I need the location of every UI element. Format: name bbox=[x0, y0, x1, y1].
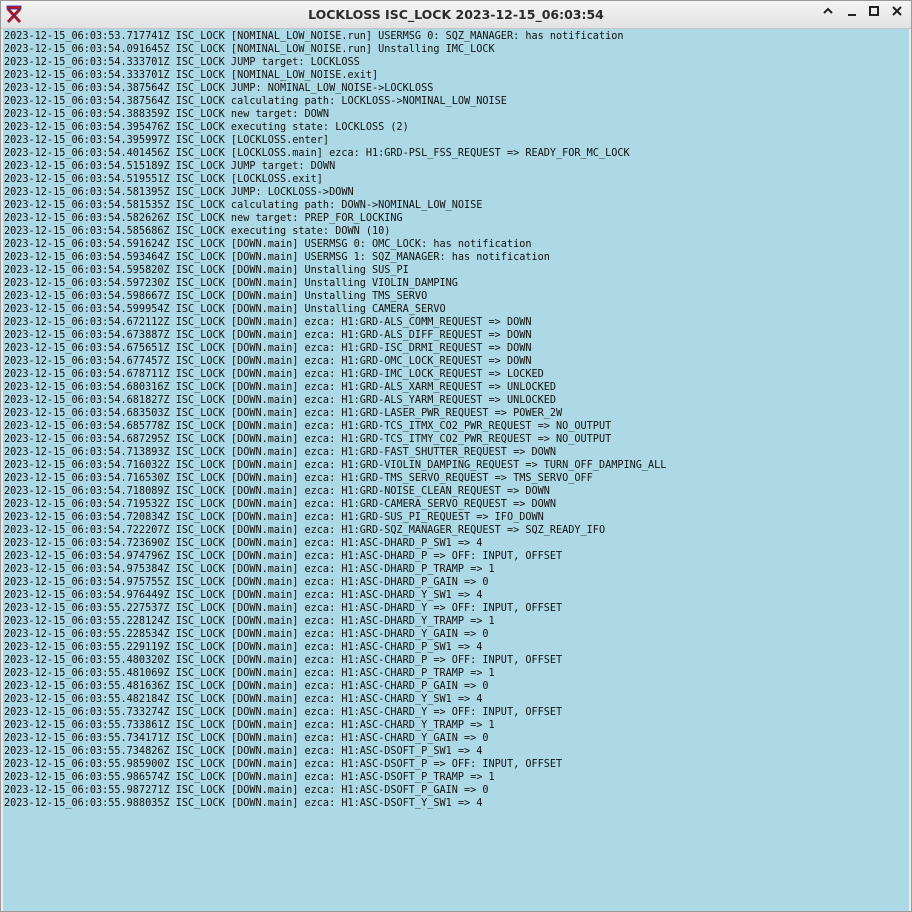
log-line: 2023-12-15_06:03:55.986574Z ISC_LOCK [DO… bbox=[4, 772, 495, 783]
log-line: 2023-12-15_06:03:55.733274Z ISC_LOCK [DO… bbox=[4, 707, 563, 718]
log-line: 2023-12-15_06:03:54.719532Z ISC_LOCK [DO… bbox=[4, 499, 557, 510]
log-line: 2023-12-15_06:03:54.685778Z ISC_LOCK [DO… bbox=[4, 421, 612, 432]
log-line: 2023-12-15_06:03:54.716032Z ISC_LOCK [DO… bbox=[4, 460, 667, 471]
chevron-up-icon[interactable] bbox=[819, 5, 837, 23]
log-line: 2023-12-15_06:03:55.228124Z ISC_LOCK [DO… bbox=[4, 616, 495, 627]
log-line: 2023-12-15_06:03:54.675651Z ISC_LOCK [DO… bbox=[4, 343, 532, 354]
window-title: LOCKLOSS ISC_LOCK 2023-12-15_06:03:54 bbox=[308, 7, 604, 22]
log-line: 2023-12-15_06:03:54.581535Z ISC_LOCK cal… bbox=[4, 200, 483, 211]
log-line: 2023-12-15_06:03:55.734171Z ISC_LOCK [DO… bbox=[4, 733, 489, 744]
log-line: 2023-12-15_06:03:54.677457Z ISC_LOCK [DO… bbox=[4, 356, 532, 367]
log-line: 2023-12-15_06:03:54.718089Z ISC_LOCK [DO… bbox=[4, 486, 550, 497]
close-icon[interactable] bbox=[888, 5, 906, 23]
log-line: 2023-12-15_06:03:55.480320Z ISC_LOCK [DO… bbox=[4, 655, 563, 666]
log-line: 2023-12-15_06:03:54.091645Z ISC_LOCK [NO… bbox=[4, 44, 495, 55]
log-line: 2023-12-15_06:03:53.717741Z ISC_LOCK [NO… bbox=[4, 31, 624, 42]
log-line: 2023-12-15_06:03:55.734826Z ISC_LOCK [DO… bbox=[4, 746, 483, 757]
log-line: 2023-12-15_06:03:54.722207Z ISC_LOCK [DO… bbox=[4, 525, 606, 536]
log-line: 2023-12-15_06:03:54.395997Z ISC_LOCK [LO… bbox=[4, 135, 330, 146]
log-line: 2023-12-15_06:03:54.401456Z ISC_LOCK [LO… bbox=[4, 148, 630, 159]
log-line: 2023-12-15_06:03:55.227537Z ISC_LOCK [DO… bbox=[4, 603, 563, 614]
log-line: 2023-12-15_06:03:55.988035Z ISC_LOCK [DO… bbox=[4, 798, 483, 809]
log-line: 2023-12-15_06:03:54.678711Z ISC_LOCK [DO… bbox=[4, 369, 544, 380]
title-bar[interactable]: LOCKLOSS ISC_LOCK 2023-12-15_06:03:54 bbox=[1, 1, 911, 29]
log-line: 2023-12-15_06:03:55.228534Z ISC_LOCK [DO… bbox=[4, 629, 489, 640]
log-line: 2023-12-15_06:03:54.585686Z ISC_LOCK exe… bbox=[4, 226, 391, 237]
log-line: 2023-12-15_06:03:54.597230Z ISC_LOCK [DO… bbox=[4, 278, 458, 289]
log-line: 2023-12-15_06:03:54.333701Z ISC_LOCK JUM… bbox=[4, 57, 360, 68]
log-line: 2023-12-15_06:03:54.593464Z ISC_LOCK [DO… bbox=[4, 252, 550, 263]
log-line: 2023-12-15_06:03:54.672112Z ISC_LOCK [DO… bbox=[4, 317, 532, 328]
log-line: 2023-12-15_06:03:54.976449Z ISC_LOCK [DO… bbox=[4, 590, 483, 601]
log-line: 2023-12-15_06:03:54.333701Z ISC_LOCK [NO… bbox=[4, 70, 379, 81]
log-line: 2023-12-15_06:03:54.581395Z ISC_LOCK JUM… bbox=[4, 187, 354, 198]
log-line: 2023-12-15_06:03:54.681827Z ISC_LOCK [DO… bbox=[4, 395, 557, 406]
log-line: 2023-12-15_06:03:54.975755Z ISC_LOCK [DO… bbox=[4, 577, 489, 588]
log-text-area[interactable]: 2023-12-15_06:03:53.717741Z ISC_LOCK [NO… bbox=[3, 29, 909, 911]
maximize-icon[interactable] bbox=[865, 5, 883, 23]
log-line: 2023-12-15_06:03:54.680316Z ISC_LOCK [DO… bbox=[4, 382, 557, 393]
log-line: 2023-12-15_06:03:54.723690Z ISC_LOCK [DO… bbox=[4, 538, 483, 549]
log-line: 2023-12-15_06:03:54.974796Z ISC_LOCK [DO… bbox=[4, 551, 563, 562]
log-line: 2023-12-15_06:03:54.515189Z ISC_LOCK JUM… bbox=[4, 161, 336, 172]
log-line: 2023-12-15_06:03:54.720834Z ISC_LOCK [DO… bbox=[4, 512, 544, 523]
log-line: 2023-12-15_06:03:55.733861Z ISC_LOCK [DO… bbox=[4, 720, 495, 731]
guardian-log-window: LOCKLOSS ISC_LOCK 2023-12-15_06:03:54 20… bbox=[0, 0, 912, 912]
log-line: 2023-12-15_06:03:54.582626Z ISC_LOCK new… bbox=[4, 213, 403, 224]
log-line: 2023-12-15_06:03:55.987271Z ISC_LOCK [DO… bbox=[4, 785, 489, 796]
log-line: 2023-12-15_06:03:54.595820Z ISC_LOCK [DO… bbox=[4, 265, 409, 276]
log-line: 2023-12-15_06:03:54.388359Z ISC_LOCK new… bbox=[4, 109, 330, 120]
log-line: 2023-12-15_06:03:54.713893Z ISC_LOCK [DO… bbox=[4, 447, 557, 458]
log-line: 2023-12-15_06:03:54.716530Z ISC_LOCK [DO… bbox=[4, 473, 593, 484]
minimize-icon[interactable] bbox=[843, 5, 861, 23]
log-line: 2023-12-15_06:03:54.395476Z ISC_LOCK exe… bbox=[4, 122, 409, 133]
log-line: 2023-12-15_06:03:54.519551Z ISC_LOCK [LO… bbox=[4, 174, 323, 185]
log-line: 2023-12-15_06:03:55.481636Z ISC_LOCK [DO… bbox=[4, 681, 489, 692]
log-line: 2023-12-15_06:03:54.975384Z ISC_LOCK [DO… bbox=[4, 564, 495, 575]
log-line: 2023-12-15_06:03:54.387564Z ISC_LOCK JUM… bbox=[4, 83, 434, 94]
log-line: 2023-12-15_06:03:54.683503Z ISC_LOCK [DO… bbox=[4, 408, 563, 419]
log-lines: 2023-12-15_06:03:53.717741Z ISC_LOCK [NO… bbox=[4, 30, 909, 810]
log-line: 2023-12-15_06:03:55.985900Z ISC_LOCK [DO… bbox=[4, 759, 563, 770]
log-line: 2023-12-15_06:03:55.482184Z ISC_LOCK [DO… bbox=[4, 694, 483, 705]
log-line: 2023-12-15_06:03:54.673887Z ISC_LOCK [DO… bbox=[4, 330, 532, 341]
log-line: 2023-12-15_06:03:54.687295Z ISC_LOCK [DO… bbox=[4, 434, 612, 445]
log-line: 2023-12-15_06:03:55.481069Z ISC_LOCK [DO… bbox=[4, 668, 495, 679]
log-line: 2023-12-15_06:03:54.591624Z ISC_LOCK [DO… bbox=[4, 239, 532, 250]
log-line: 2023-12-15_06:03:55.229119Z ISC_LOCK [DO… bbox=[4, 642, 483, 653]
log-line: 2023-12-15_06:03:54.599954Z ISC_LOCK [DO… bbox=[4, 304, 446, 315]
log-line: 2023-12-15_06:03:54.387564Z ISC_LOCK cal… bbox=[4, 96, 507, 107]
log-line: 2023-12-15_06:03:54.598667Z ISC_LOCK [DO… bbox=[4, 291, 428, 302]
